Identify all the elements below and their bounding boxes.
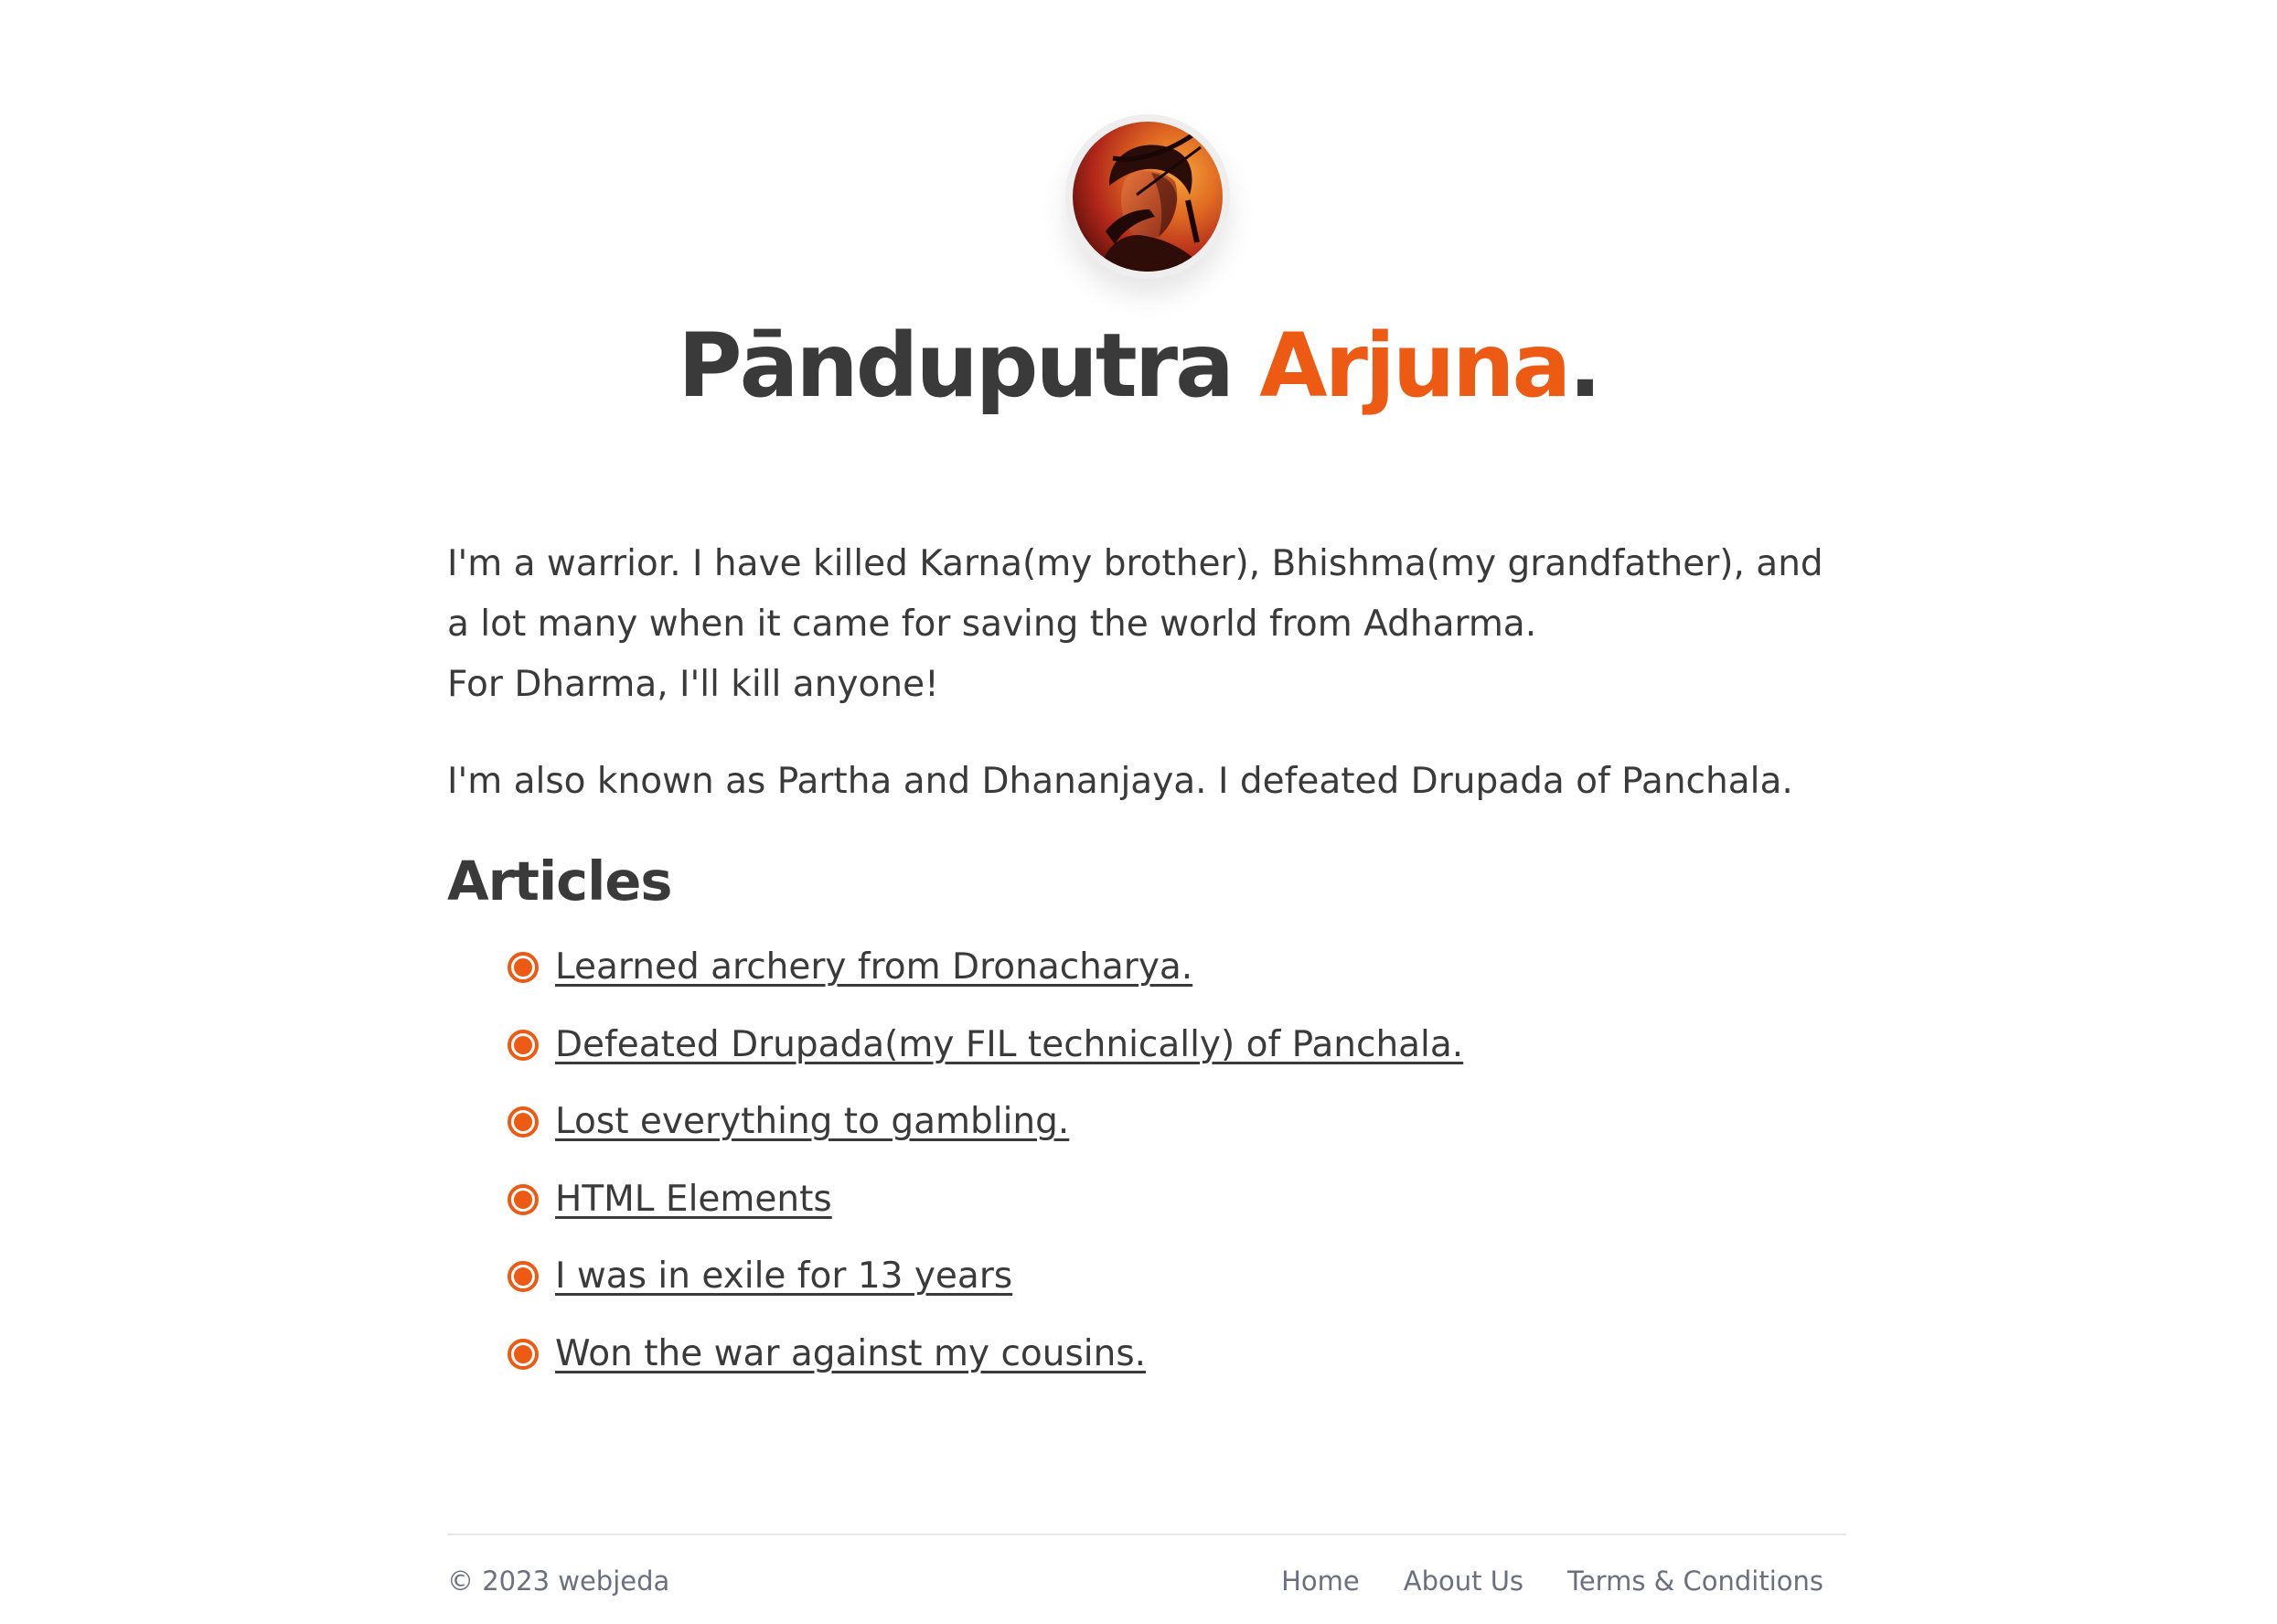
bullet-icon (508, 1029, 539, 1061)
list-item: Defeated Drupada(my FIL technically) of … (447, 1007, 1846, 1084)
footer-link-terms[interactable]: Terms & Conditions (1567, 1563, 1823, 1599)
footer-nav: Home About Us Terms & Conditions (1281, 1563, 1823, 1599)
page-title: Pānduputra Arjuna. (0, 309, 2277, 422)
main-content: I'm a warrior. I have killed Karna(my br… (447, 534, 1846, 1393)
articles-heading: Articles (447, 849, 673, 913)
intro-text: I'm a warrior. I have killed Karna(my br… (447, 543, 1823, 645)
site-footer: © 2023 webjeda Home About Us Terms & Con… (447, 1533, 1846, 1608)
article-link[interactable]: Defeated Drupada(my FIL technically) of … (555, 1022, 1463, 1068)
bullet-icon (508, 1261, 539, 1293)
intro-paragraph-aliases: I'm also known as Partha and Dhananjaya.… (447, 761, 1793, 802)
bullet-icon (508, 1183, 539, 1215)
bullet-icon (508, 952, 539, 984)
list-item: Learned archery from Dronacharya. (447, 929, 1846, 1007)
articles-list: Learned archery from Dronacharya. Defeat… (447, 929, 1846, 1393)
footer-link-home[interactable]: Home (1281, 1563, 1360, 1599)
article-link[interactable]: Lost everything to gambling. (555, 1099, 1069, 1145)
list-item: HTML Elements (447, 1161, 1846, 1239)
list-item: Lost everything to gambling. (447, 1084, 1846, 1161)
bullet-icon (508, 1106, 539, 1138)
page: Pānduputra Arjuna. I'm a warrior. I have… (0, 0, 2277, 1624)
article-link[interactable]: HTML Elements (555, 1177, 832, 1223)
title-period: . (1568, 315, 1602, 417)
intro-paragraph: I'm a warrior. I have killed Karna(my br… (447, 534, 1846, 715)
article-link[interactable]: Learned archery from Dronacharya. (555, 945, 1192, 990)
list-item: I was in exile for 13 years (447, 1238, 1846, 1316)
archer-portrait-icon (1073, 122, 1223, 272)
bullet-icon (508, 1338, 539, 1370)
copyright-text: © 2023 webjeda (447, 1565, 670, 1597)
title-accent: Arjuna (1259, 315, 1571, 417)
footer-link-about-us[interactable]: About Us (1404, 1563, 1523, 1599)
list-item: Won the war against my cousins. (447, 1316, 1846, 1394)
title-main: Pānduputra (678, 315, 1260, 417)
article-link[interactable]: Won the war against my cousins. (555, 1331, 1146, 1377)
avatar[interactable] (1065, 114, 1230, 279)
article-link[interactable]: I was in exile for 13 years (555, 1254, 1012, 1299)
intro-text-dharma: For Dharma, I'll kill anyone! (447, 664, 939, 705)
